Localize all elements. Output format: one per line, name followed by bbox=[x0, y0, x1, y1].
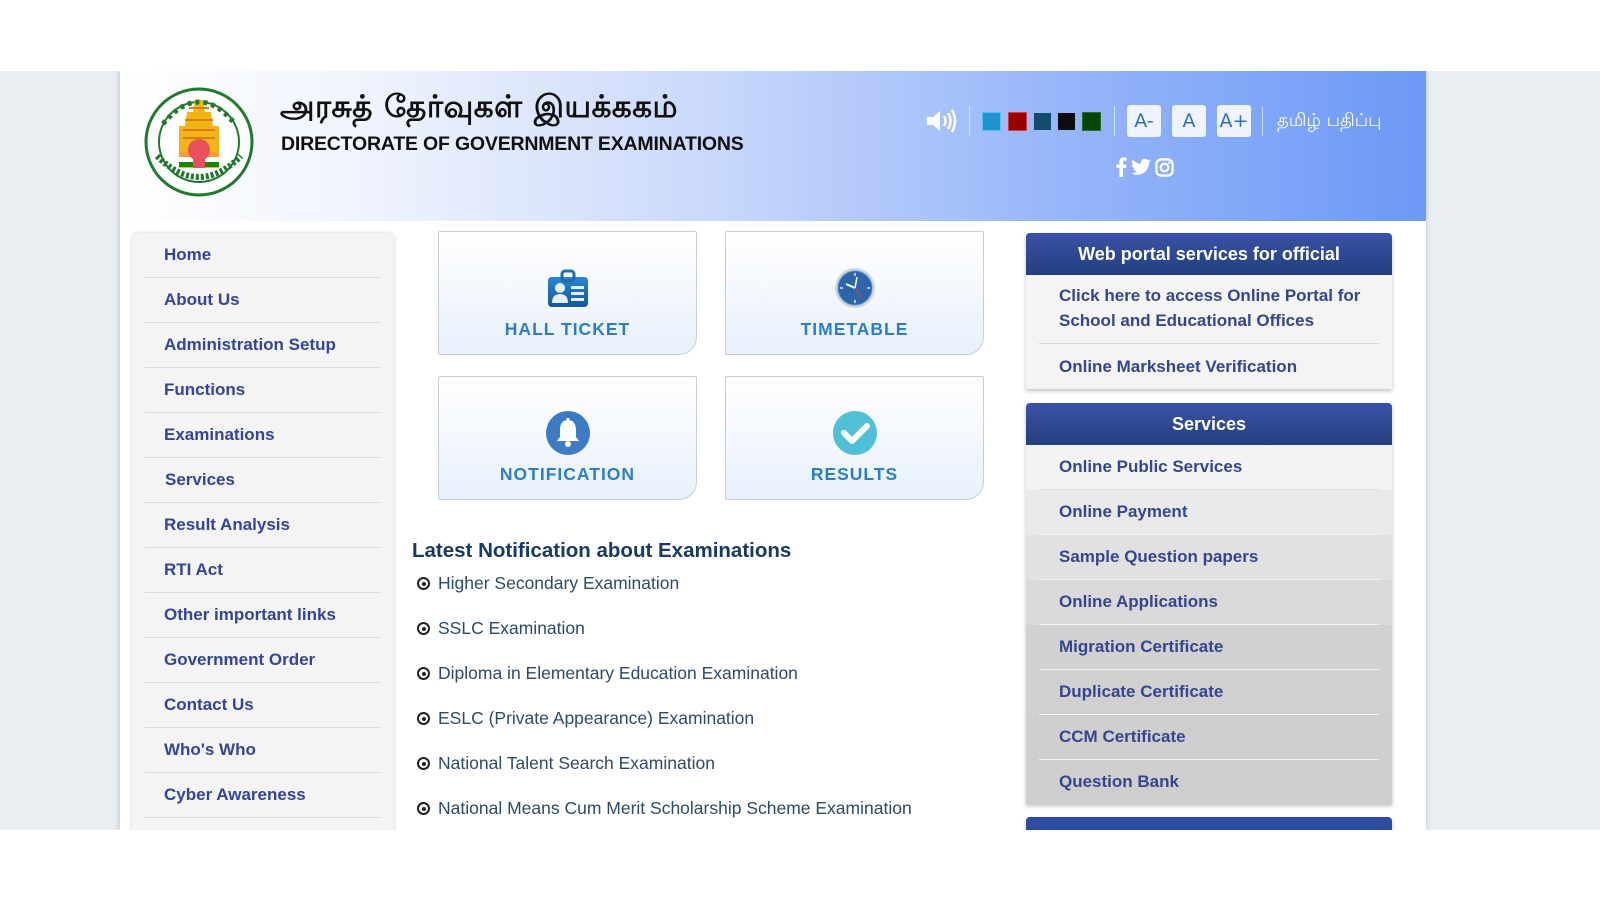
bullet-circle-icon bbox=[417, 802, 430, 815]
speaker-icon[interactable] bbox=[925, 107, 957, 135]
service-link[interactable]: Online Public Services bbox=[1026, 445, 1392, 490]
tamil-nadu-emblem-icon[interactable] bbox=[143, 86, 255, 198]
font-reset-button[interactable]: A bbox=[1172, 105, 1206, 137]
left-sidebar-nav: Home About Us Administration Setup Funct… bbox=[132, 233, 394, 830]
service-link-label: Duplicate Certificate bbox=[1039, 670, 1379, 715]
marksheet-verification-link[interactable]: Online Marksheet Verification bbox=[1026, 344, 1392, 389]
instagram-icon[interactable] bbox=[1155, 157, 1174, 177]
twitter-icon[interactable] bbox=[1131, 158, 1151, 176]
service-link[interactable]: CCM Certificate bbox=[1026, 715, 1392, 760]
nav-item-services[interactable]: Services bbox=[145, 458, 381, 503]
notification-item-label: Higher Secondary Examination bbox=[438, 573, 680, 593]
nav-item-other-important-links[interactable]: Other important links bbox=[145, 593, 381, 638]
toolbar-divider bbox=[969, 106, 970, 136]
facebook-icon[interactable] bbox=[1115, 157, 1127, 177]
services-panel: Services Online Public Services Online P… bbox=[1026, 403, 1392, 804]
theme-color-green[interactable] bbox=[1082, 111, 1101, 131]
nav-item-functions[interactable]: Functions bbox=[145, 368, 381, 413]
service-link-label: CCM Certificate bbox=[1039, 715, 1379, 760]
font-increase-button[interactable]: A+ bbox=[1217, 105, 1251, 137]
notification-item-label: National Talent Search Examination bbox=[438, 753, 715, 773]
tamil-version-link[interactable]: தமிழ் பதிப்பு bbox=[1277, 110, 1382, 133]
page-container: அரசுத் தேர்வுகள் இயக்ககம் DIRECTORATE OF… bbox=[120, 71, 1426, 830]
notification-tile[interactable]: NOTIFICATION bbox=[438, 376, 697, 500]
service-link-label: Question Bank bbox=[1059, 772, 1179, 791]
official-portal-link-label: Click here to access Online Portal for S… bbox=[1039, 275, 1379, 344]
id-card-icon bbox=[546, 263, 590, 313]
site-title-tamil: அரசுத் தேர்வுகள் இயக்ககம் bbox=[280, 89, 678, 125]
nav-item-result-analysis[interactable]: Result Analysis bbox=[145, 503, 381, 548]
notification-item-label: SSLC Examination bbox=[438, 618, 585, 638]
notification-item[interactable]: Higher Secondary Examination bbox=[417, 573, 1012, 618]
theme-color-blue[interactable] bbox=[982, 111, 1001, 131]
nav-item-rti-act[interactable]: RTI Act bbox=[145, 548, 381, 593]
hall-ticket-label: HALL TICKET bbox=[504, 319, 631, 339]
official-portal-link[interactable]: Click here to access Online Portal for S… bbox=[1026, 275, 1392, 344]
services-heading: Services bbox=[1026, 403, 1392, 445]
service-link[interactable]: Question Bank bbox=[1026, 760, 1392, 804]
bullet-circle-icon bbox=[417, 712, 430, 725]
toolbar-divider bbox=[1262, 106, 1263, 136]
nav-item-whos-who[interactable]: Who's Who bbox=[145, 728, 381, 773]
bullet-circle-icon bbox=[417, 622, 430, 635]
service-link[interactable]: Duplicate Certificate bbox=[1026, 670, 1392, 715]
social-links bbox=[1115, 157, 1174, 177]
clock-icon bbox=[834, 263, 876, 313]
browser-viewport: அரசுத் தேர்வுகள் இயக்ககம் DIRECTORATE OF… bbox=[0, 71, 1600, 830]
marksheet-verification-label: Online Marksheet Verification bbox=[1059, 357, 1298, 376]
service-link-label: Sample Question papers bbox=[1039, 535, 1379, 580]
theme-color-black[interactable] bbox=[1058, 112, 1075, 130]
nav-item-cyber-awareness[interactable]: Cyber Awareness bbox=[145, 773, 381, 818]
hall-ticket-tile[interactable]: HALL TICKET bbox=[438, 231, 697, 355]
accessibility-toolbar: A- A A+ தமிழ் பதிப்பு bbox=[925, 104, 1382, 138]
notification-item[interactable]: National Talent Search Examination bbox=[417, 753, 1012, 798]
notification-item-label: ESLC (Private Appearance) Examination bbox=[438, 708, 755, 728]
notification-item-label: National Means Cum Merit Scholarship Sch… bbox=[438, 798, 912, 818]
latest-notifications: Latest Notification about Examinations H… bbox=[412, 539, 1012, 830]
service-link-label: Migration Certificate bbox=[1039, 625, 1379, 670]
official-portal-panel: Web portal services for official Click h… bbox=[1026, 233, 1392, 389]
theme-color-red[interactable] bbox=[1008, 111, 1027, 131]
nav-item-about-us[interactable]: About Us bbox=[145, 278, 381, 323]
font-decrease-button[interactable]: A- bbox=[1127, 105, 1161, 137]
service-link[interactable]: Migration Certificate bbox=[1026, 625, 1392, 670]
nav-item-government-order[interactable]: Government Order bbox=[145, 638, 381, 683]
official-portal-heading: Web portal services for official bbox=[1026, 233, 1392, 275]
toolbar-divider bbox=[1114, 106, 1115, 136]
bullet-circle-icon bbox=[417, 757, 430, 770]
service-link-label: Online Payment bbox=[1039, 490, 1379, 535]
service-link[interactable]: Sample Question papers bbox=[1026, 535, 1392, 580]
notification-item[interactable]: SSLC Examination bbox=[417, 618, 1012, 663]
nav-item-home[interactable]: Home bbox=[145, 233, 381, 278]
site-title-english: DIRECTORATE OF GOVERNMENT EXAMINATIONS bbox=[281, 133, 744, 155]
notification-item[interactable]: ESLC (Private Appearance) Examination bbox=[417, 708, 1012, 753]
service-link-label: Online Applications bbox=[1039, 580, 1379, 625]
bell-icon bbox=[545, 408, 591, 458]
timetable-label: TIMETABLE bbox=[800, 319, 909, 339]
additional-panel-header bbox=[1026, 817, 1392, 830]
nav-item-examinations[interactable]: Examinations bbox=[145, 413, 381, 458]
check-circle-icon bbox=[832, 408, 878, 458]
service-link-label: Online Public Services bbox=[1039, 445, 1379, 490]
bullet-circle-icon bbox=[417, 577, 430, 590]
results-label: RESULTS bbox=[810, 464, 899, 484]
notification-item[interactable]: Diploma in Elementary Education Examinat… bbox=[417, 663, 1012, 708]
timetable-tile[interactable]: TIMETABLE bbox=[725, 231, 984, 355]
nav-item-contact-us[interactable]: Contact Us bbox=[145, 683, 381, 728]
service-link[interactable]: Online Applications bbox=[1026, 580, 1392, 625]
bullet-circle-icon bbox=[417, 667, 430, 680]
notification-label: NOTIFICATION bbox=[499, 464, 636, 484]
results-tile[interactable]: RESULTS bbox=[725, 376, 984, 500]
theme-color-teal[interactable] bbox=[1034, 112, 1051, 130]
nav-item-administration-setup[interactable]: Administration Setup bbox=[145, 323, 381, 368]
service-link[interactable]: Online Payment bbox=[1026, 490, 1392, 535]
notification-item[interactable]: National Means Cum Merit Scholarship Sch… bbox=[417, 798, 1012, 830]
site-header: அரசுத் தேர்வுகள் இயக்ககம் DIRECTORATE OF… bbox=[120, 71, 1426, 221]
notifications-heading: Latest Notification about Examinations bbox=[412, 539, 792, 562]
notification-item-label: Diploma in Elementary Education Examinat… bbox=[438, 663, 798, 683]
